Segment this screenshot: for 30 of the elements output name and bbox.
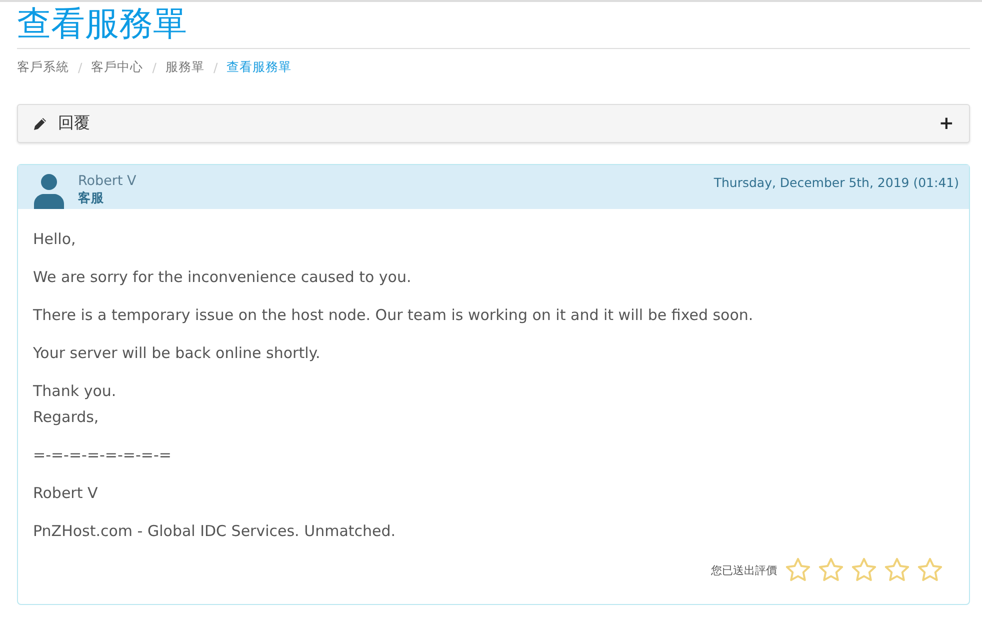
message-paragraph: Hello, <box>33 229 77 250</box>
pencil-icon <box>33 116 47 130</box>
expand-button[interactable]: + <box>938 113 954 134</box>
breadcrumb-link[interactable]: 客戶系統 <box>17 58 69 76</box>
message-paragraph: PnZHost.com - Global IDC Services. Unmatched. <box>33 521 397 542</box>
user-icon <box>33 173 65 209</box>
breadcrumb-link[interactable]: 服務單 <box>165 58 204 76</box>
reply-panel-header[interactable]: 回覆 + <box>17 104 970 143</box>
author-role: 客服 <box>78 190 105 207</box>
star-icon[interactable] <box>817 556 845 584</box>
message-paragraph: Your server will be back online shortly. <box>33 343 322 364</box>
message-paragraph: There is a temporary issue on the host node. Our team is working on it and it will be fixed soon. <box>33 305 754 326</box>
rating-label: 您已送出評價 <box>711 562 777 578</box>
star-icon[interactable] <box>784 556 812 584</box>
page-title: 查看服務單 <box>17 2 970 49</box>
message-paragraph: We are sorry for the inconvenience caused to you. <box>33 267 412 288</box>
message-paragraph: Robert V <box>33 483 99 504</box>
breadcrumb-link[interactable]: 查看服務單 <box>226 58 292 76</box>
reply-label: 回覆 <box>58 113 91 134</box>
breadcrumb-separator: / <box>152 60 156 74</box>
star-icon[interactable] <box>883 556 911 584</box>
breadcrumb-separator: / <box>213 60 218 74</box>
breadcrumb-separator: / <box>78 60 82 74</box>
star-icon[interactable] <box>916 556 944 584</box>
message-date: Thursday, December 5th, 2019 (01:41) <box>714 175 959 190</box>
star-icon[interactable] <box>850 556 878 584</box>
author-name: Robert V <box>78 173 138 189</box>
message-paragraph: Thank you. Regards, <box>33 381 118 428</box>
breadcrumb-link[interactable]: 客戶中心 <box>91 58 144 76</box>
message-paragraph: =-=-=-=-=-=-=-= <box>33 445 172 466</box>
